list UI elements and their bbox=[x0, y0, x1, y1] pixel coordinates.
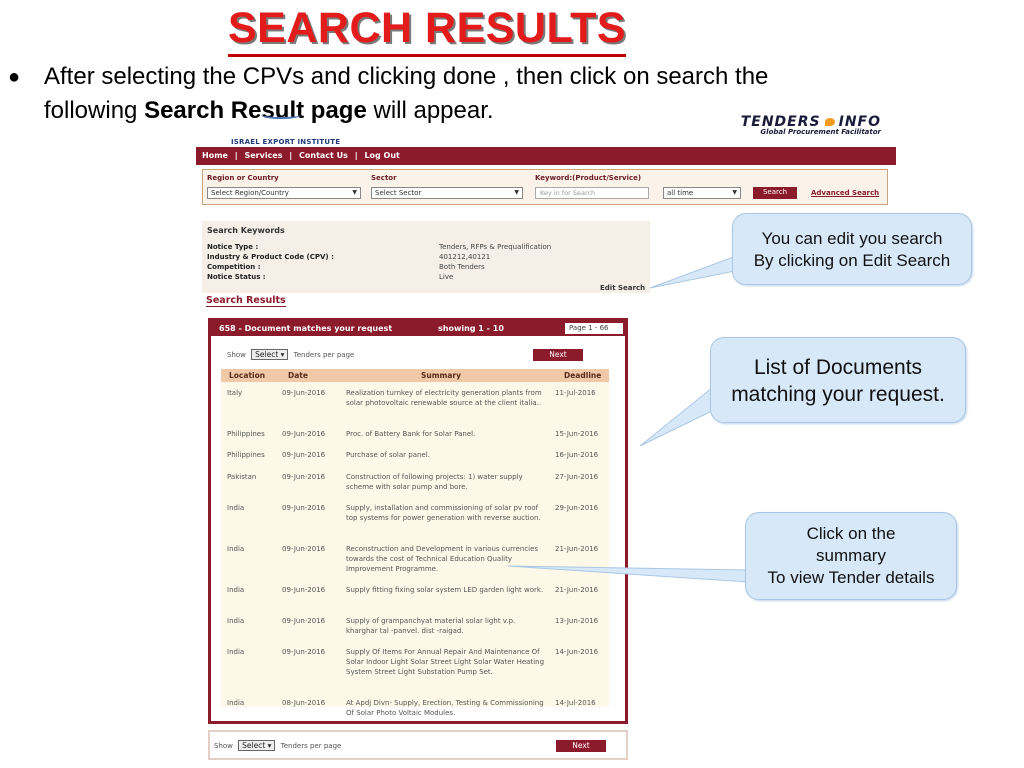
click-summary-callout: Click on the summary To view Tender deta… bbox=[745, 512, 957, 600]
callout-line: To view Tender details bbox=[767, 568, 935, 587]
callout-line: matching your request. bbox=[731, 383, 945, 406]
edit-search-callout: You can edit you search By clicking on E… bbox=[732, 213, 972, 285]
callout-line: By clicking on Edit Search bbox=[753, 251, 951, 270]
document-list-callout: List of Documents matching your request. bbox=[710, 337, 966, 423]
callout-line: You can edit you search bbox=[761, 229, 943, 248]
callout-line: List of Documents bbox=[753, 356, 923, 379]
click-callout-pointer bbox=[507, 565, 749, 583]
callout-line: summary bbox=[816, 546, 886, 565]
callout-line: Click on the bbox=[806, 524, 896, 543]
edit-callout-pointer bbox=[649, 255, 741, 289]
